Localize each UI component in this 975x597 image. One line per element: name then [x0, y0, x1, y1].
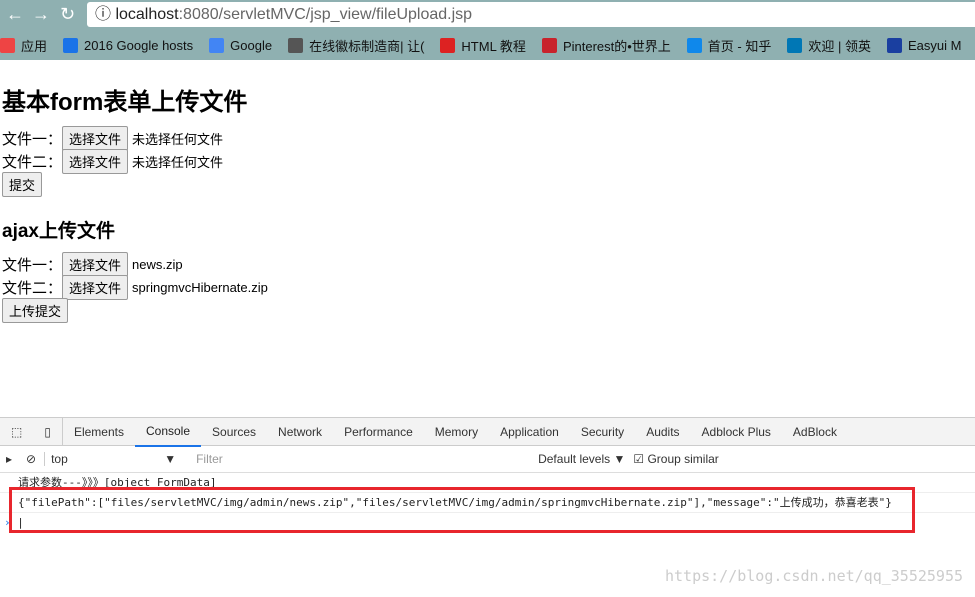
- address-bar[interactable]: ⓘ localhost:8080/servletMVC/jsp_view/fil…: [87, 2, 975, 27]
- devtools-tabs: ⬚ ▯ Elements Console Sources Network Performa…: [0, 417, 975, 447]
- ajax-file1-choose-button[interactable]: 选择文件: [62, 252, 129, 277]
- tab-adblock[interactable]: AdBlock: [782, 418, 848, 446]
- tab-security[interactable]: Security: [570, 418, 635, 446]
- device-icon[interactable]: ▯: [33, 417, 63, 446]
- bookmark[interactable]: HTML 教程: [440, 36, 526, 55]
- reload-icon[interactable]: ↻: [60, 4, 75, 25]
- clear-console-icon[interactable]: ⊘: [18, 452, 44, 466]
- tab-elements[interactable]: Elements: [63, 418, 135, 446]
- form-file2-value: 未选择任何文件: [132, 155, 224, 170]
- bookmark-icon: [209, 38, 225, 53]
- file1-label: 文件一：: [2, 131, 63, 148]
- tab-performance[interactable]: Performance: [333, 418, 424, 446]
- bookmark[interactable]: 2016 Google hosts: [63, 36, 193, 55]
- bookmark[interactable]: Google: [209, 36, 272, 55]
- ajax-file2-label: 文件二：: [2, 280, 63, 297]
- tab-network[interactable]: Network: [267, 418, 333, 446]
- form-file2-choose-button[interactable]: 选择文件: [62, 149, 129, 174]
- tab-adblock-plus[interactable]: Adblock Plus: [691, 418, 782, 446]
- filter-input[interactable]: Filter: [190, 449, 531, 469]
- bookmark-icon: [686, 38, 702, 53]
- sidebar-toggle-icon[interactable]: ▸: [0, 452, 18, 466]
- bookmark[interactable]: 应用: [0, 36, 47, 55]
- info-icon: ⓘ: [95, 6, 116, 23]
- form-title: 基本form表单上传文件: [2, 89, 248, 116]
- tab-application[interactable]: Application: [489, 418, 570, 446]
- form-file1-choose-button[interactable]: 选择文件: [62, 126, 129, 151]
- back-icon[interactable]: ←: [6, 4, 24, 25]
- form-file1-value: 未选择任何文件: [132, 132, 224, 147]
- bookmark[interactable]: Pinterest的•世界上: [541, 36, 671, 55]
- browser-chrome: ← → ↻ ⓘ localhost:8080/servletMVC/jsp_vi…: [0, 0, 975, 60]
- ajax-file1-value: news.zip: [132, 257, 183, 272]
- highlight-box: [9, 487, 915, 533]
- page-content: 基本form表单上传文件 文件一： 选择文件 未选择任何文件 文件二： 选择文件 未选择…: [2, 60, 268, 323]
- bookmark-icon: [288, 38, 304, 53]
- url-path: :8080/servletMVC/jsp_view/fileUpload.jsp: [178, 6, 473, 23]
- forward-icon[interactable]: →: [32, 4, 50, 25]
- ajax-file1-label: 文件一：: [2, 257, 63, 274]
- bookmark-icon: [0, 38, 15, 53]
- bookmarks-bar: 应用 2016 Google hosts Google 在线徽标制造商| 让( HTML…: [0, 36, 975, 55]
- bookmark[interactable]: 在线徽标制造商| 让(: [288, 36, 424, 55]
- bookmark-icon: [63, 38, 79, 53]
- watermark: https://blog.csdn.net/qq_35525955: [664, 567, 963, 585]
- tab-sources[interactable]: Sources: [201, 418, 267, 446]
- file2-label: 文件二：: [2, 154, 63, 171]
- bookmark[interactable]: 欢迎 | 领英: [787, 36, 871, 55]
- bookmark-icon: [787, 38, 803, 53]
- tab-audits[interactable]: Audits: [635, 418, 690, 446]
- ajax-file2-value: springmvcHibernate.zip: [132, 280, 268, 295]
- ajax-submit-button[interactable]: 上传提交: [2, 298, 69, 323]
- bookmark[interactable]: Easyui M: [886, 36, 961, 55]
- ajax-file2-choose-button[interactable]: 选择文件: [62, 275, 129, 300]
- ajax-title: ajax上传文件: [2, 221, 115, 242]
- bookmark-icon: [886, 38, 902, 53]
- tab-memory[interactable]: Memory: [424, 418, 489, 446]
- console-toolbar: ▸ ⊘ top ▼ Filter Default levels ▼ ☑ Group…: [0, 446, 975, 473]
- levels-dropdown[interactable]: Default levels ▼: [538, 452, 625, 466]
- bookmark-icon: [440, 38, 456, 53]
- group-similar-checkbox[interactable]: ☑ Group similar: [633, 452, 718, 466]
- form-submit-button[interactable]: 提交: [2, 172, 43, 197]
- bookmark-icon: [541, 38, 557, 53]
- bookmark[interactable]: 首页 - 知乎: [686, 36, 771, 55]
- tab-console[interactable]: Console: [134, 417, 202, 447]
- inspect-icon[interactable]: ⬚: [0, 418, 33, 446]
- context-select[interactable]: top ▼: [44, 452, 184, 466]
- url-host: localhost: [115, 6, 179, 23]
